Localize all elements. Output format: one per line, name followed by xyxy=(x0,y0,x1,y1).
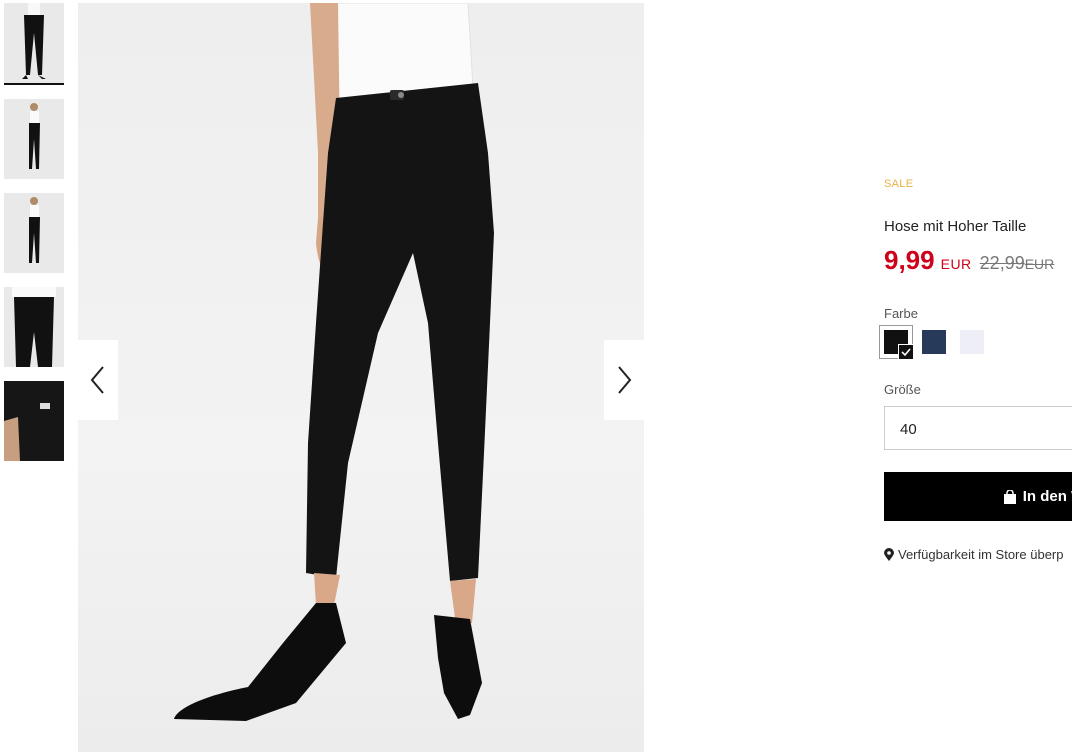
swatch-black[interactable] xyxy=(879,325,914,360)
thumbnail-1[interactable] xyxy=(4,3,64,85)
thumbnail-image xyxy=(12,287,56,367)
chevron-right-icon xyxy=(618,366,632,394)
thumbnail-3[interactable] xyxy=(4,193,64,273)
swatch-light-lavender[interactable] xyxy=(960,330,984,354)
product-title: Hose mit Hoher Taille xyxy=(884,218,1027,235)
next-image-button[interactable] xyxy=(604,340,644,420)
color-swatches xyxy=(879,325,998,360)
shopping-bag-icon xyxy=(1003,489,1016,504)
current-price: 9,99 xyxy=(884,245,935,275)
checkmark-icon xyxy=(898,344,914,360)
old-currency: EUR xyxy=(1024,256,1055,272)
add-to-cart-label: In den W xyxy=(1022,488,1072,505)
thumbnail-image xyxy=(29,103,40,169)
price-block: 9,99 EUR 22,99EUR xyxy=(884,245,1054,276)
thumbnail-5[interactable] xyxy=(4,381,64,461)
chevron-left-icon xyxy=(90,366,104,394)
old-price: 22,99 xyxy=(979,253,1025,273)
sale-badge: SALE xyxy=(884,178,914,190)
thumbnail-image xyxy=(22,3,46,79)
store-availability-label: Verfügbarkeit im Store überp xyxy=(898,547,1064,562)
thumbnail-image xyxy=(29,197,40,263)
size-value: 40 xyxy=(900,421,917,438)
previous-image-button[interactable] xyxy=(78,340,118,420)
add-to-cart-button[interactable]: In den W xyxy=(884,472,1072,521)
thumbnail-4[interactable] xyxy=(4,287,64,367)
model-illustration xyxy=(174,3,494,721)
store-availability-link[interactable]: Verfügbarkeit im Store überp xyxy=(884,547,1063,562)
size-select[interactable]: 40 xyxy=(884,406,1072,450)
product-main-image xyxy=(78,3,644,752)
thumbnail-2[interactable] xyxy=(4,99,64,179)
thumbnail-list xyxy=(4,3,64,475)
location-pin-icon xyxy=(884,547,894,561)
current-currency: EUR xyxy=(940,256,972,272)
size-label: Größe xyxy=(884,382,921,397)
color-label: Farbe xyxy=(884,306,918,321)
swatch-navy[interactable] xyxy=(922,330,946,354)
thumbnail-image xyxy=(4,381,64,461)
